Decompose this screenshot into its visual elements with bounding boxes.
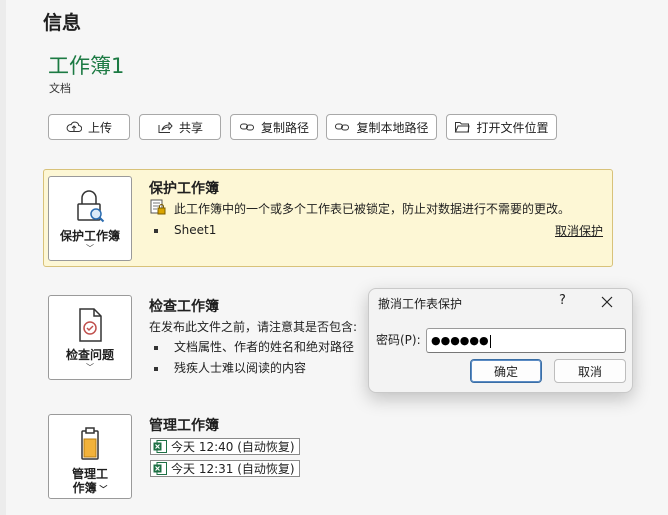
upload-icon xyxy=(66,121,82,132)
locked-sheet-icon xyxy=(150,199,166,215)
inspect-bullet-text: 文档属性、作者的姓名和绝对路径 xyxy=(174,340,355,354)
manage-workbook-icon xyxy=(81,427,99,460)
lock-search-icon xyxy=(77,190,105,223)
text-caret xyxy=(489,334,491,348)
inspect-document-icon xyxy=(79,308,102,342)
manage-workbook-label-line1: 管理工 xyxy=(71,467,108,481)
protect-description: 此工作簿中的一个或多个工作表已被锁定，防止对数据进行不需要的更改。 xyxy=(174,202,571,216)
close-icon[interactable] xyxy=(601,296,613,308)
protect-workbook-button-label: 保护工作簿 xyxy=(59,229,120,243)
share-button[interactable]: 共享 xyxy=(139,114,221,140)
inspect-title: 检查工作簿 xyxy=(149,299,219,315)
manage-workbook-label: 管理工 作簿 ﹀ xyxy=(72,467,108,497)
copy-local-path-button[interactable]: 复制本地路径 xyxy=(326,114,437,140)
upload-label: 上传 xyxy=(87,120,112,135)
manage-title: 管理工作簿 xyxy=(149,418,219,434)
excel-file-icon xyxy=(153,440,167,453)
share-icon xyxy=(158,122,173,133)
chevron-down-icon: ﹀ xyxy=(86,363,94,372)
link-icon xyxy=(239,123,254,131)
manage-workbook-label-line2: 作簿 xyxy=(72,481,97,495)
inspect-description: 在发布此文件之前，请注意其是否包含: xyxy=(149,320,358,334)
protect-title: 保护工作簿 xyxy=(149,181,219,197)
version-label: 今天 12:40 (自动恢复) xyxy=(171,440,295,454)
copy-local-path-label: 复制本地路径 xyxy=(356,120,429,135)
inspect-bullet-text: 残疾人士难以阅读的内容 xyxy=(174,361,307,375)
dialog-title: 撤消工作表保护 xyxy=(378,297,463,311)
page-title: 信息 xyxy=(43,12,82,34)
share-label: 共享 xyxy=(178,120,203,135)
inspect-bullet: 文档属性、作者的姓名和绝对路径 xyxy=(154,338,354,355)
inspect-bullet: 残疾人士难以阅读的内容 xyxy=(154,359,306,376)
upload-button[interactable]: 上传 xyxy=(48,114,130,140)
password-value: ●●●●●● xyxy=(431,334,489,347)
excel-file-icon xyxy=(153,462,167,475)
protect-workbook-panel: 保护工作簿 ﹀ 保护工作簿 此工作簿中的一个或多个工作表已被锁定，防止对数据进行… xyxy=(43,169,613,267)
copy-path-button[interactable]: 复制路径 xyxy=(230,114,318,140)
autosave-version-item[interactable]: 今天 12:31 (自动恢复) xyxy=(150,460,300,477)
help-icon[interactable]: ? xyxy=(559,293,566,308)
document-type: 文档 xyxy=(49,82,71,95)
backstage-nav-edge xyxy=(0,0,6,515)
ok-button[interactable]: 确定 xyxy=(470,359,542,383)
protect-workbook-button[interactable]: 保护工作簿 ﹀ xyxy=(48,176,132,261)
check-for-issues-label: 检查问题 xyxy=(65,348,114,362)
bullet-dot xyxy=(154,345,158,350)
version-label: 今天 12:31 (自动恢复) xyxy=(171,462,295,476)
locked-sheet-item: Sheet1 xyxy=(154,223,216,237)
password-label: 密码(P): xyxy=(376,333,421,347)
open-file-location-label: 打开文件位置 xyxy=(476,120,549,135)
check-for-issues-button[interactable]: 检查问题 ﹀ xyxy=(48,295,132,380)
link-icon xyxy=(335,123,350,131)
chevron-down-icon: ﹀ xyxy=(96,485,108,494)
password-input[interactable]: ●●●●●● xyxy=(426,328,626,353)
unprotect-link[interactable]: 取消保护 xyxy=(555,222,603,239)
cancel-button[interactable]: 取消 xyxy=(554,359,626,383)
chevron-down-icon: ﹀ xyxy=(86,244,94,253)
locked-sheet-name: Sheet1 xyxy=(174,223,217,237)
bullet-dot xyxy=(154,366,158,371)
document-name: 工作簿1 xyxy=(48,54,125,78)
manage-workbook-button[interactable]: 管理工 作簿 ﹀ xyxy=(48,414,132,499)
bullet-dot xyxy=(154,228,158,233)
open-file-location-button[interactable]: 打开文件位置 xyxy=(446,114,557,140)
autosave-version-item[interactable]: 今天 12:40 (自动恢复) xyxy=(150,438,300,455)
folder-icon xyxy=(455,122,471,133)
unprotect-sheet-dialog: 撤消工作表保护 ? 密码(P): ●●●●●● 确定 取消 xyxy=(368,288,633,393)
copy-path-label: 复制路径 xyxy=(260,120,309,135)
